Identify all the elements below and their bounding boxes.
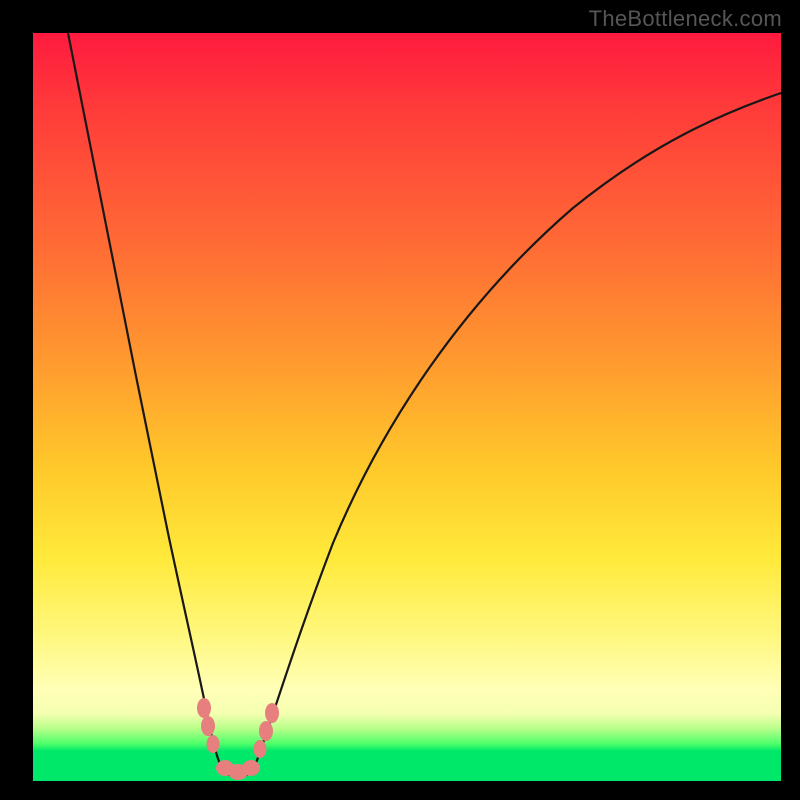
marker-left-3 bbox=[207, 735, 220, 753]
marker-left-1 bbox=[197, 698, 211, 718]
chart-frame: TheBottleneck.com bbox=[0, 0, 800, 800]
curve-left-arm bbox=[68, 33, 223, 771]
marker-right-1 bbox=[254, 740, 267, 758]
marker-right-3 bbox=[265, 703, 279, 723]
marker-left-2 bbox=[201, 716, 215, 736]
attribution-watermark: TheBottleneck.com bbox=[589, 6, 782, 32]
chart-svg bbox=[33, 33, 781, 781]
marker-valley-3 bbox=[242, 760, 260, 776]
curve-right-arm bbox=[253, 93, 781, 771]
marker-right-2 bbox=[259, 721, 273, 741]
